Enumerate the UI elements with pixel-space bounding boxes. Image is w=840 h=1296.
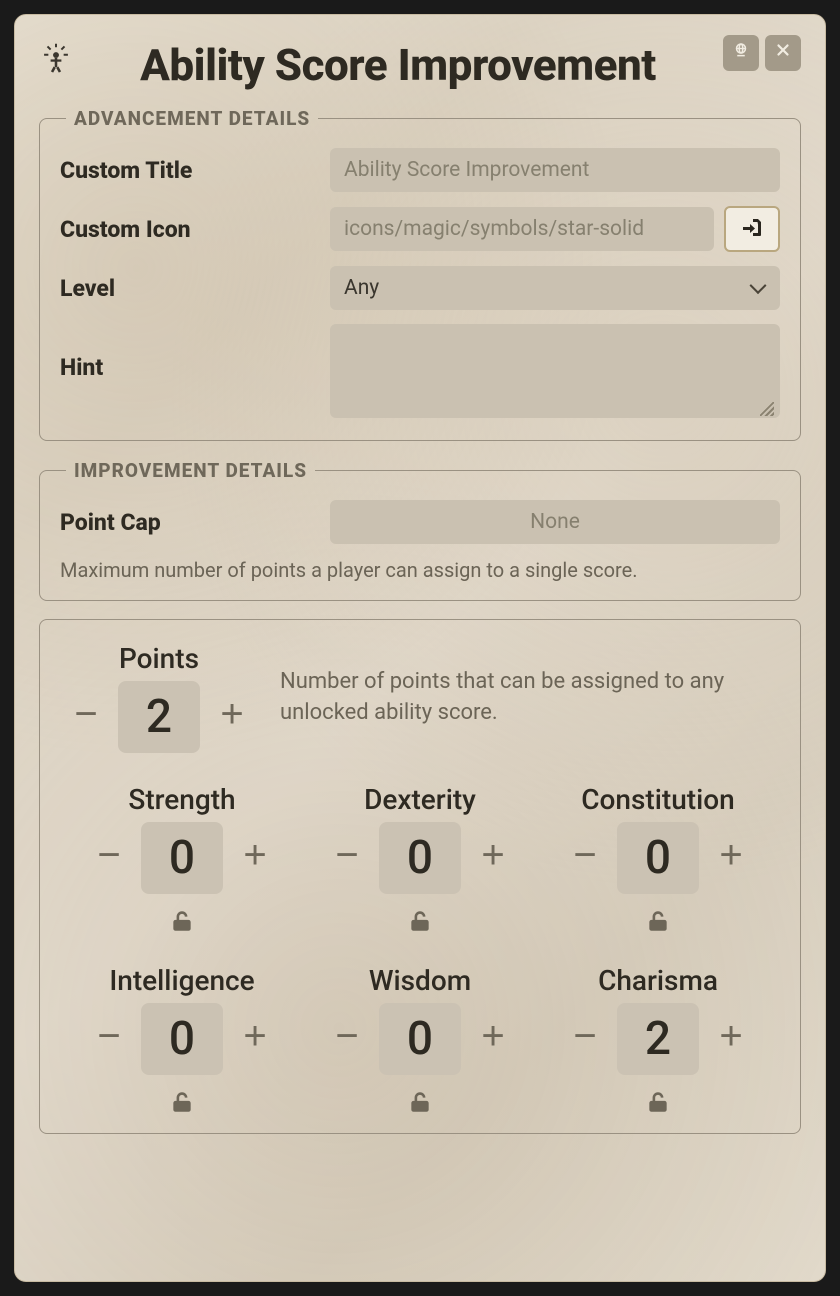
points-label: Points <box>119 642 199 675</box>
ability-increment-dex[interactable]: + <box>475 833 511 883</box>
ability-int: Intelligence −0 + <box>68 964 296 1119</box>
close-icon <box>774 41 792 65</box>
ability-value-con[interactable]: 0 <box>617 822 699 894</box>
dialog-title: Ability Score Improvement <box>73 39 723 91</box>
close-button[interactable] <box>765 35 801 71</box>
level-label: Level <box>60 275 330 302</box>
lock-open-icon[interactable] <box>169 1089 195 1119</box>
points-description: Number of points that can be assigned to… <box>280 667 772 729</box>
advancement-legend: ADVANCEMENT DETAILS <box>66 107 318 130</box>
points-decrement-button[interactable]: − <box>68 692 104 742</box>
ability-label-cha: Charisma <box>598 964 718 997</box>
ability-increment-wis[interactable]: + <box>475 1014 511 1064</box>
lock-open-icon[interactable] <box>645 1089 671 1119</box>
ability-label-dex: Dexterity <box>364 783 476 816</box>
lock-open-icon[interactable] <box>407 1089 433 1119</box>
custom-icon-label: Custom Icon <box>60 216 330 243</box>
ability-decrement-wis[interactable]: − <box>329 1014 365 1064</box>
ability-decrement-int[interactable]: − <box>91 1014 127 1064</box>
ability-dex: Dexterity −0 + <box>306 783 534 938</box>
hint-textarea[interactable] <box>330 324 780 418</box>
ability-decrement-str[interactable]: − <box>91 833 127 883</box>
browse-icon-button[interactable] <box>724 206 780 252</box>
ability-value-int[interactable]: 0 <box>141 1003 223 1075</box>
point-cap-label: Point Cap <box>60 509 330 536</box>
person-starburst-icon <box>39 43 73 77</box>
custom-title-input[interactable] <box>330 148 780 192</box>
ability-label-con: Constitution <box>581 783 734 816</box>
lock-open-icon[interactable] <box>645 908 671 938</box>
ability-decrement-con[interactable]: − <box>567 833 603 883</box>
points-stepper: Points − 2 + <box>68 642 250 753</box>
ability-label-str: Strength <box>128 783 235 816</box>
ability-value-str[interactable]: 0 <box>141 822 223 894</box>
ability-cha: Charisma −2 + <box>544 964 772 1119</box>
ability-con: Constitution −0 + <box>544 783 772 938</box>
ability-increment-str[interactable]: + <box>237 833 273 883</box>
lock-open-icon[interactable] <box>407 908 433 938</box>
hint-label: Hint <box>60 324 330 381</box>
ability-wis: Wisdom−0 + <box>306 964 534 1119</box>
advancement-details-fieldset: ADVANCEMENT DETAILS Custom Title Custom … <box>39 107 801 441</box>
improvement-legend: IMPROVEMENT DETAILS <box>66 459 315 482</box>
dialog-window: Ability Score Improvement <box>14 14 826 1282</box>
point-cap-input[interactable] <box>330 500 780 544</box>
lock-open-icon[interactable] <box>169 908 195 938</box>
ability-value-cha[interactable]: 2 <box>617 1003 699 1075</box>
ability-decrement-dex[interactable]: − <box>329 833 365 883</box>
globe-id-icon <box>732 41 750 65</box>
point-cap-help: Maximum number of points a player can as… <box>60 558 780 582</box>
file-import-icon <box>740 216 764 243</box>
ability-value-dex[interactable]: 0 <box>379 822 461 894</box>
improvement-details-fieldset: IMPROVEMENT DETAILS Point Cap Maximum nu… <box>39 459 801 601</box>
ability-increment-con[interactable]: + <box>713 833 749 883</box>
identifier-button[interactable] <box>723 35 759 71</box>
points-value[interactable]: 2 <box>118 681 200 753</box>
scores-panel: Points − 2 + Number of points that can b… <box>39 619 801 1134</box>
ability-increment-int[interactable]: + <box>237 1014 273 1064</box>
custom-icon-input[interactable] <box>330 207 714 251</box>
points-increment-button[interactable]: + <box>214 692 250 742</box>
custom-title-label: Custom Title <box>60 157 330 184</box>
level-select[interactable]: Any <box>330 266 780 310</box>
ability-value-wis[interactable]: 0 <box>379 1003 461 1075</box>
dialog-header: Ability Score Improvement <box>39 39 801 91</box>
ability-decrement-cha[interactable]: − <box>567 1014 603 1064</box>
ability-increment-cha[interactable]: + <box>713 1014 749 1064</box>
ability-label-int: Intelligence <box>109 964 254 997</box>
ability-str: Strength−0 + <box>68 783 296 938</box>
ability-label-wis: Wisdom <box>369 964 471 997</box>
